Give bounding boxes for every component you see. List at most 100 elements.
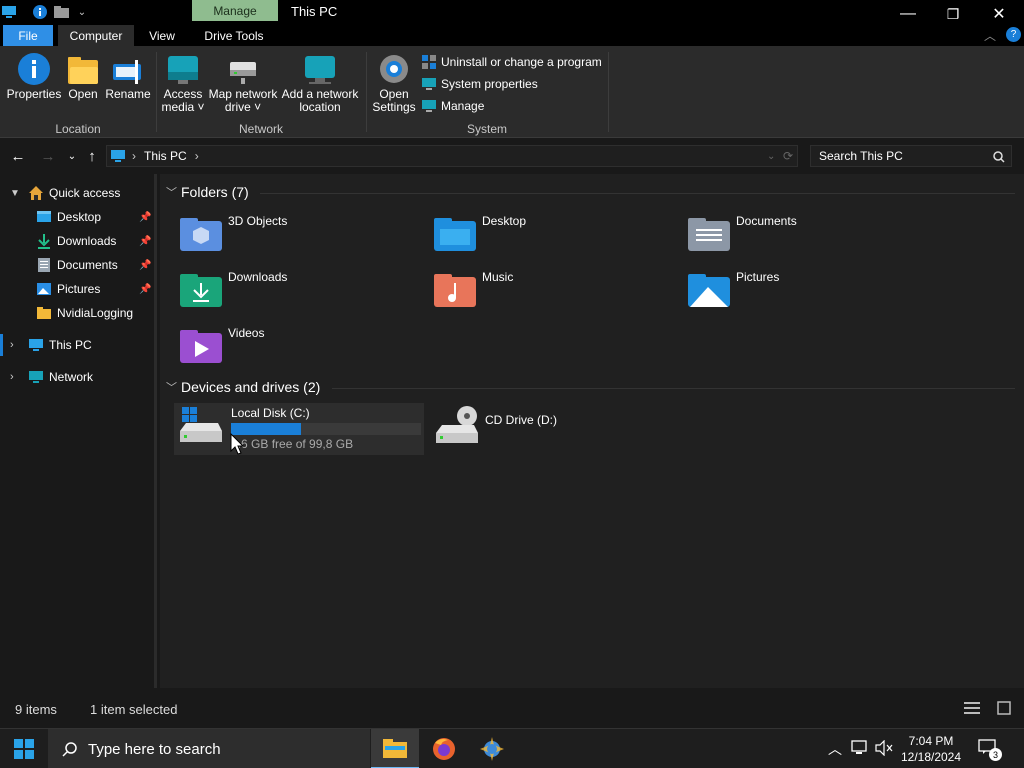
chevron-down-icon[interactable]: ﹀ [166,379,181,395]
help-icon[interactable]: ? [1006,27,1021,42]
documents-folder-icon [688,218,730,251]
home-icon [29,186,43,200]
properties-icon [16,50,52,86]
this-pc-icon[interactable] [0,3,18,21]
taskbar-file-explorer[interactable] [371,729,419,768]
network-icon [29,371,43,383]
folder-3d-objects[interactable]: 3D Objects [160,208,400,258]
rename-button[interactable]: Rename [104,50,152,101]
system-group-label: System [466,122,507,136]
system-properties-label: System properties [441,77,538,91]
pin-icon[interactable]: 📌 [139,284,151,295]
drive-c[interactable]: Local Disk (C:) 5.6 GB free of 99,8 GB [174,403,424,455]
pin-icon[interactable]: 📌 [139,212,151,223]
folder-music[interactable]: Music [414,264,654,314]
properties-button[interactable]: Properties [6,50,62,101]
nav-pictures[interactable]: Pictures 📌 [0,278,154,300]
tab-drive-tools[interactable]: Drive Tools [196,25,272,46]
mouse-cursor-icon [230,433,244,455]
tab-file[interactable]: File [3,25,53,46]
folder-label: Downloads [228,270,288,284]
tab-computer[interactable]: Computer [58,25,134,46]
customize-quick-access-icon[interactable]: ⌄ [73,3,91,21]
folder-icon [37,307,51,319]
address-dropdown-icon[interactable]: ⌄ [767,151,775,162]
back-arrow-icon[interactable]: ← [8,146,28,166]
nav-quick-access[interactable]: ▼ Quick access [0,182,154,204]
search-placeholder: Search This PC [819,149,903,163]
access-media-label-2: media ˅ [161,100,205,114]
properties-quick-icon[interactable] [31,3,49,21]
uninstall-label: Uninstall or change a program [441,55,602,69]
section-divider [332,388,1015,389]
up-arrow-icon[interactable]: ↑ [82,146,102,166]
manage-icon [422,100,436,112]
section-divider [260,193,1015,194]
network-status-icon[interactable] [851,740,869,756]
chevron-right-icon[interactable]: › [10,339,14,351]
manage-context-tab[interactable]: Manage [192,0,278,21]
document-icon [38,258,50,272]
taskbar-clock[interactable]: 7:04 PM 12/18/2024 [896,733,966,765]
open-settings-button[interactable]: Open Settings [370,50,418,114]
nav-this-pc[interactable]: › This PC [0,334,154,356]
nav-nvidialogging[interactable]: NvidiaLogging [0,302,154,324]
taskbar-firefox[interactable] [420,729,468,768]
refresh-icon[interactable]: ⟳ [783,149,793,163]
breadcrumb-this-pc[interactable]: This PC [144,149,187,163]
nav-label: Desktop [57,210,102,224]
add-network-location-button[interactable]: Add a network location [280,50,360,114]
uninstall-program-button[interactable]: Uninstall or change a program [422,53,602,71]
manage-button[interactable]: Manage [422,97,484,115]
new-folder-quick-icon[interactable] [53,3,71,21]
clock-date: 12/18/2024 [900,750,962,764]
system-properties-button[interactable]: System properties [422,75,538,93]
chevron-down-icon[interactable]: ▼ [10,188,20,199]
recent-locations-chevron-icon[interactable]: ⌄ [62,146,82,166]
drive-c-name: Local Disk (C:) [231,406,310,420]
drive-d[interactable]: CD Drive (D:) [430,403,680,455]
show-hidden-icons-chevron-up-icon[interactable]: ︿ [828,739,842,759]
tab-view[interactable]: View [140,25,184,46]
taskbar-search-placeholder: Type here to search [88,740,221,758]
folder-downloads[interactable]: Downloads [160,264,400,314]
group-divider [156,52,157,132]
add-network-location-icon [302,50,338,86]
search-box[interactable]: Search This PC [810,145,1012,167]
chevron-right-icon[interactable]: › [10,371,14,383]
large-icons-view-icon[interactable] [997,701,1011,715]
breadcrumb-separator[interactable]: › [195,149,199,163]
folder-desktop[interactable]: Desktop [414,208,654,258]
nav-label: Documents [57,258,118,272]
breadcrumb-separator[interactable]: › [132,149,136,163]
address-bar[interactable]: › This PC › ⌄ ⟳ [106,145,798,167]
pictures-icon [37,283,51,295]
start-button[interactable] [0,729,48,768]
volume-muted-icon[interactable] [875,740,893,756]
open-label: Open [68,87,98,101]
notification-count-badge: 3 [989,748,1002,761]
nav-downloads[interactable]: Downloads 📌 [0,230,154,252]
taskbar-app[interactable] [468,729,516,768]
open-button[interactable]: Open [64,50,102,101]
collapse-ribbon-icon[interactable]: ︿ [984,27,996,44]
folder-pictures[interactable]: Pictures [668,264,908,314]
pin-icon[interactable]: 📌 [139,260,151,271]
nav-documents[interactable]: Documents 📌 [0,254,154,276]
nav-network[interactable]: › Network [0,366,154,388]
taskbar-search[interactable]: Type here to search [48,729,370,768]
forward-arrow-icon[interactable]: → [38,146,58,166]
access-media-button[interactable]: Access media ˅ [160,50,206,114]
folder-label: 3D Objects [228,214,288,228]
drives-section-header[interactable]: ﹀ Devices and drives (2) [166,379,320,395]
folder-videos[interactable]: Videos [160,320,400,370]
notifications-button[interactable]: 3 [978,739,1002,761]
details-view-icon[interactable] [964,701,980,715]
chevron-down-icon[interactable]: ﹀ [166,184,181,200]
map-network-drive-button[interactable]: Map network drive ˅ [206,50,280,114]
folder-documents[interactable]: Documents [668,208,908,258]
nav-desktop[interactable]: Desktop 📌 [0,206,154,228]
folder-label: Videos [228,326,265,340]
pin-icon[interactable]: 📌 [139,236,151,247]
folders-section-header[interactable]: ﹀ Folders (7) [166,184,249,200]
